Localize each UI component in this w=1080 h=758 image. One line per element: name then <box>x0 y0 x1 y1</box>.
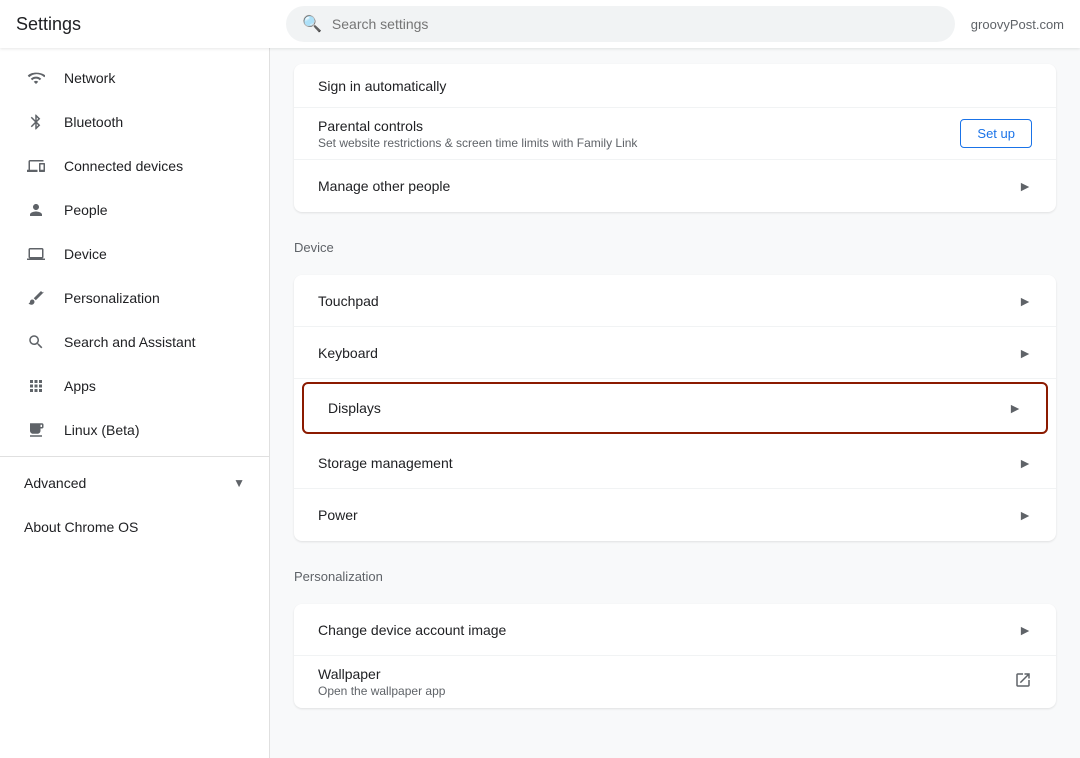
power-text: Power <box>318 507 1010 523</box>
sidebar-item-people[interactable]: People <box>0 188 269 232</box>
sidebar-linux-label: Linux (Beta) <box>64 422 139 438</box>
sign-in-auto-item[interactable]: Sign in automatically <box>294 64 1056 108</box>
change-account-image-item[interactable]: Change device account image ► <box>294 604 1056 656</box>
sidebar-device-label: Device <box>64 246 107 262</box>
sidebar-item-advanced[interactable]: Advanced ▼ <box>0 461 269 505</box>
keyboard-title: Keyboard <box>318 345 1010 361</box>
terminal-icon <box>24 421 48 439</box>
change-account-image-title: Change device account image <box>318 622 1010 638</box>
storage-management-item[interactable]: Storage management ► <box>294 437 1056 489</box>
main-layout: Network Bluetooth Connected devices Peop… <box>0 48 1080 758</box>
touchpad-item[interactable]: Touchpad ► <box>294 275 1056 327</box>
brush-icon <box>24 289 48 307</box>
external-link-icon <box>1014 671 1032 694</box>
touchpad-text: Touchpad <box>318 293 1010 309</box>
brand-label: groovyPost.com <box>971 17 1064 32</box>
manage-people-title: Manage other people <box>318 178 1010 194</box>
manage-people-item[interactable]: Manage other people ► <box>294 160 1056 212</box>
apps-icon <box>24 377 48 395</box>
people-top-card: Sign in automatically Parental controls … <box>294 64 1056 212</box>
personalization-card: Change device account image ► Wallpaper … <box>294 604 1056 708</box>
wallpaper-text: Wallpaper Open the wallpaper app <box>318 666 1014 698</box>
parental-controls-text: Parental controls Set website restrictio… <box>318 118 960 150</box>
sidebar-item-linux[interactable]: Linux (Beta) <box>0 408 269 452</box>
manage-people-text: Manage other people <box>318 178 1010 194</box>
sidebar-item-search-assistant[interactable]: Search and Assistant <box>0 320 269 364</box>
parental-controls-item[interactable]: Parental controls Set website restrictio… <box>294 108 1056 160</box>
sidebar-apps-label: Apps <box>64 378 96 394</box>
wallpaper-subtitle: Open the wallpaper app <box>318 684 1014 698</box>
power-title: Power <box>318 507 1010 523</box>
sidebar-item-device[interactable]: Device <box>0 232 269 276</box>
manage-people-chevron: ► <box>1018 178 1032 194</box>
wifi-icon <box>24 69 48 87</box>
person-icon <box>24 201 48 219</box>
storage-management-chevron: ► <box>1018 455 1032 471</box>
search-nav-icon <box>24 333 48 351</box>
keyboard-chevron: ► <box>1018 345 1032 361</box>
power-chevron: ► <box>1018 507 1032 523</box>
sidebar-about-label: About Chrome OS <box>24 519 138 535</box>
sidebar-item-about[interactable]: About Chrome OS <box>0 505 269 549</box>
touchpad-chevron: ► <box>1018 293 1032 309</box>
wallpaper-item[interactable]: Wallpaper Open the wallpaper app <box>294 656 1056 708</box>
power-item[interactable]: Power ► <box>294 489 1056 541</box>
displays-title: Displays <box>328 400 1000 416</box>
sidebar-divider <box>0 456 269 457</box>
search-bar[interactable]: 🔍 <box>286 6 955 42</box>
search-input[interactable] <box>332 16 939 32</box>
sidebar-network-label: Network <box>64 70 115 86</box>
settings-title: Settings <box>16 14 286 35</box>
sidebar: Network Bluetooth Connected devices Peop… <box>0 48 270 758</box>
keyboard-text: Keyboard <box>318 345 1010 361</box>
keyboard-item[interactable]: Keyboard ► <box>294 327 1056 379</box>
sidebar-bluetooth-label: Bluetooth <box>64 114 123 130</box>
displays-item[interactable]: Displays ► <box>302 382 1048 434</box>
devices-icon <box>24 157 48 175</box>
parental-controls-title: Parental controls <box>318 118 960 134</box>
sign-in-auto-label: Sign in automatically <box>318 78 446 94</box>
storage-management-text: Storage management <box>318 455 1010 471</box>
search-icon: 🔍 <box>302 14 322 34</box>
header: Settings 🔍 groovyPost.com <box>0 0 1080 48</box>
sidebar-connected-devices-label: Connected devices <box>64 158 183 174</box>
touchpad-title: Touchpad <box>318 293 1010 309</box>
personalization-section-title: Personalization <box>270 553 1080 592</box>
wallpaper-title: Wallpaper <box>318 666 1014 682</box>
sidebar-item-connected-devices[interactable]: Connected devices <box>0 144 269 188</box>
change-account-image-chevron: ► <box>1018 622 1032 638</box>
sidebar-item-personalization[interactable]: Personalization <box>0 276 269 320</box>
sidebar-item-network[interactable]: Network <box>0 56 269 100</box>
bluetooth-icon <box>24 113 48 131</box>
sidebar-advanced-label: Advanced <box>24 475 86 491</box>
displays-text: Displays <box>328 400 1000 416</box>
chevron-down-icon: ▼ <box>233 476 245 490</box>
setup-button[interactable]: Set up <box>960 119 1032 148</box>
sidebar-people-label: People <box>64 202 108 218</box>
storage-management-title: Storage management <box>318 455 1010 471</box>
change-account-image-text: Change device account image <box>318 622 1010 638</box>
parental-controls-subtitle: Set website restrictions & screen time l… <box>318 136 960 150</box>
laptop-icon <box>24 245 48 263</box>
displays-chevron: ► <box>1008 400 1022 416</box>
device-card: Touchpad ► Keyboard ► Displays ► <box>294 275 1056 541</box>
device-section-title: Device <box>270 224 1080 263</box>
sidebar-search-assistant-label: Search and Assistant <box>64 334 196 350</box>
sidebar-personalization-label: Personalization <box>64 290 160 306</box>
sidebar-item-bluetooth[interactable]: Bluetooth <box>0 100 269 144</box>
sidebar-item-apps[interactable]: Apps <box>0 364 269 408</box>
content-area: Sign in automatically Parental controls … <box>270 48 1080 758</box>
